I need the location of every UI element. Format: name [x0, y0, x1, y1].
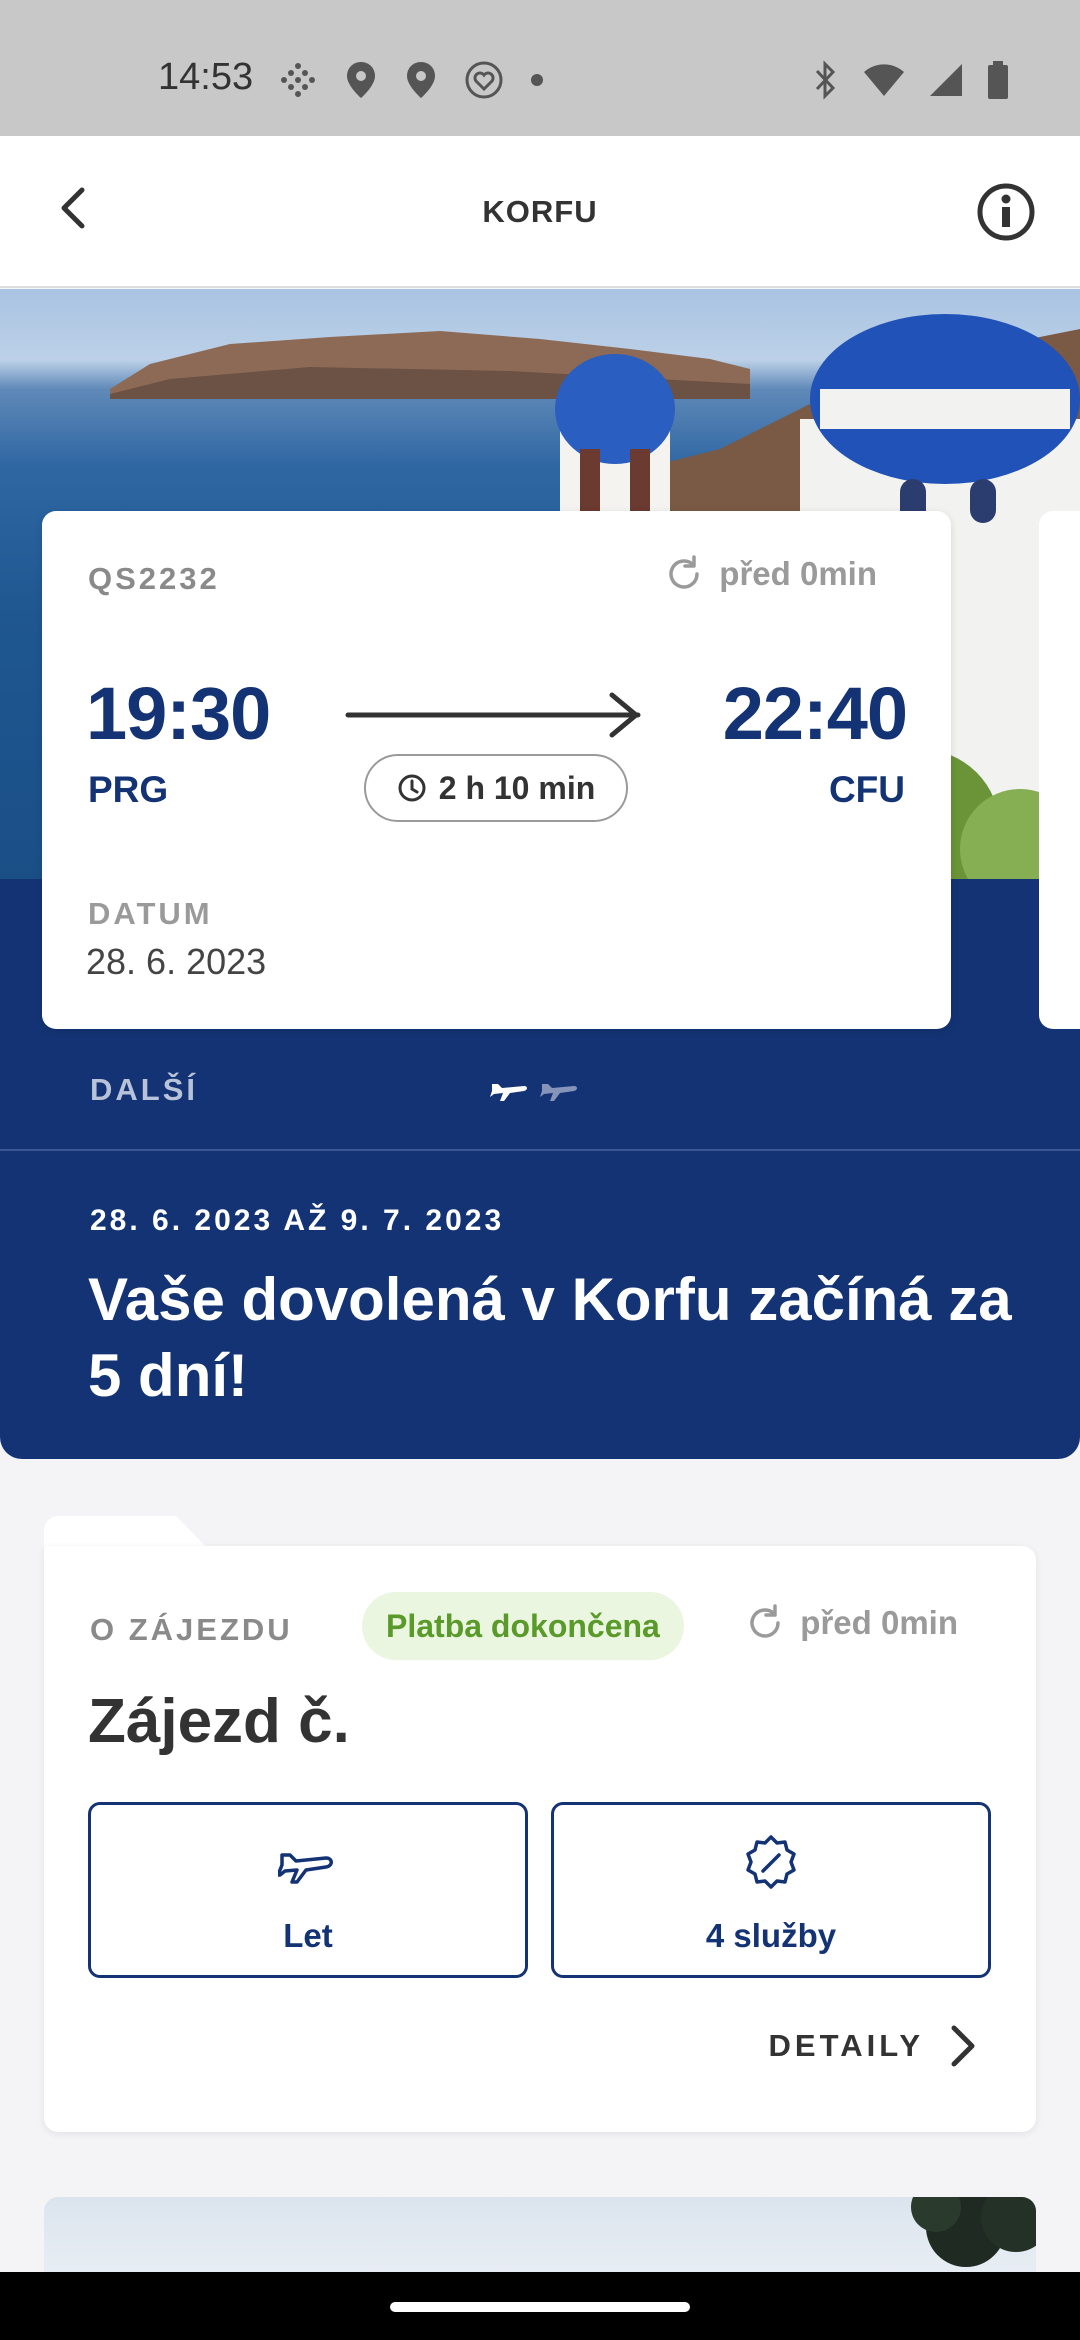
duration-text: 2 h 10 min	[438, 769, 596, 806]
status-time: 14:53	[158, 56, 254, 98]
dots-grid-icon	[278, 60, 318, 100]
services-button[interactable]: 4 služby	[551, 1802, 991, 1978]
battery-icon	[986, 60, 1010, 100]
trip-dates: 28. 6. 2023 AŽ 9. 7. 2023	[90, 1204, 505, 1237]
info-button[interactable]	[972, 178, 1040, 246]
date-value: 28. 6. 2023	[86, 941, 267, 982]
departure-time: 19:30	[86, 672, 271, 755]
updated-text: před 0min	[800, 1604, 958, 1641]
tour-card: O ZÁJEZDU Platba dokončena před 0min Záj…	[44, 1546, 1036, 2132]
status-bar: 14:53	[0, 0, 1080, 136]
refresh-status[interactable]: před 0min	[744, 1602, 958, 1644]
arrival-code: CFU	[828, 769, 905, 810]
plane-icon	[490, 1084, 527, 1101]
next-label: DALŠÍ	[90, 1072, 198, 1107]
flight-pager[interactable]	[490, 1076, 580, 1102]
app-bar: KORFU	[0, 136, 1080, 288]
arrival-time: 22:40	[722, 672, 908, 755]
route-arrow-icon	[345, 692, 641, 738]
details-link[interactable]: DETAILY	[769, 2024, 976, 2068]
plane-icon	[540, 1084, 577, 1101]
trip-headline: Vaše dovolená v Korfu začíná za 5 dní!	[88, 1266, 1012, 1409]
wifi-icon	[862, 62, 906, 98]
updated-text: před 0min	[719, 555, 877, 592]
status-right-icons	[810, 60, 1010, 100]
heart-badge-icon	[464, 60, 504, 100]
about-tour-label: O ZÁJEZDU	[90, 1612, 293, 1647]
services-label: 4 služby	[705, 1917, 837, 1954]
page-title: KORFU	[482, 194, 598, 229]
dot-icon	[530, 73, 544, 87]
badge-star-icon	[746, 1835, 796, 1889]
signal-icon	[928, 62, 964, 98]
flight-service-button[interactable]: Let	[88, 1802, 528, 1978]
location-pin-icon	[344, 60, 378, 100]
divider	[0, 1149, 1080, 1151]
info-icon	[977, 183, 1035, 241]
home-indicator[interactable]	[390, 2302, 690, 2312]
refresh-icon	[669, 555, 700, 589]
status-left-icons	[278, 60, 544, 100]
tour-card-tab	[44, 1516, 209, 1550]
clock-icon	[398, 774, 426, 802]
tour-title: Zájezd č.	[88, 1687, 350, 1756]
refresh-status[interactable]: před 0min	[663, 553, 877, 595]
payment-status-badge: Platba dokončena	[362, 1592, 684, 1660]
flight-number: QS2232	[88, 561, 220, 596]
plane-icon	[278, 1853, 333, 1884]
details-label: DETAILY	[768, 2028, 924, 2063]
next-flight-card-peek[interactable]	[1039, 511, 1080, 1029]
flight-service-label: Let	[283, 1917, 333, 1954]
date-label: DATUM	[88, 896, 213, 931]
flight-card[interactable]: QS2232 před 0min 19:30 PRG 22:40 CFU 2 h…	[42, 511, 951, 1029]
location-pin-icon	[404, 60, 438, 100]
bluetooth-icon	[810, 60, 840, 100]
refresh-icon	[750, 1604, 781, 1638]
duration-pill: 2 h 10 min	[364, 754, 628, 822]
departure-code: PRG	[88, 769, 169, 810]
chevron-right-icon	[951, 2025, 975, 2067]
